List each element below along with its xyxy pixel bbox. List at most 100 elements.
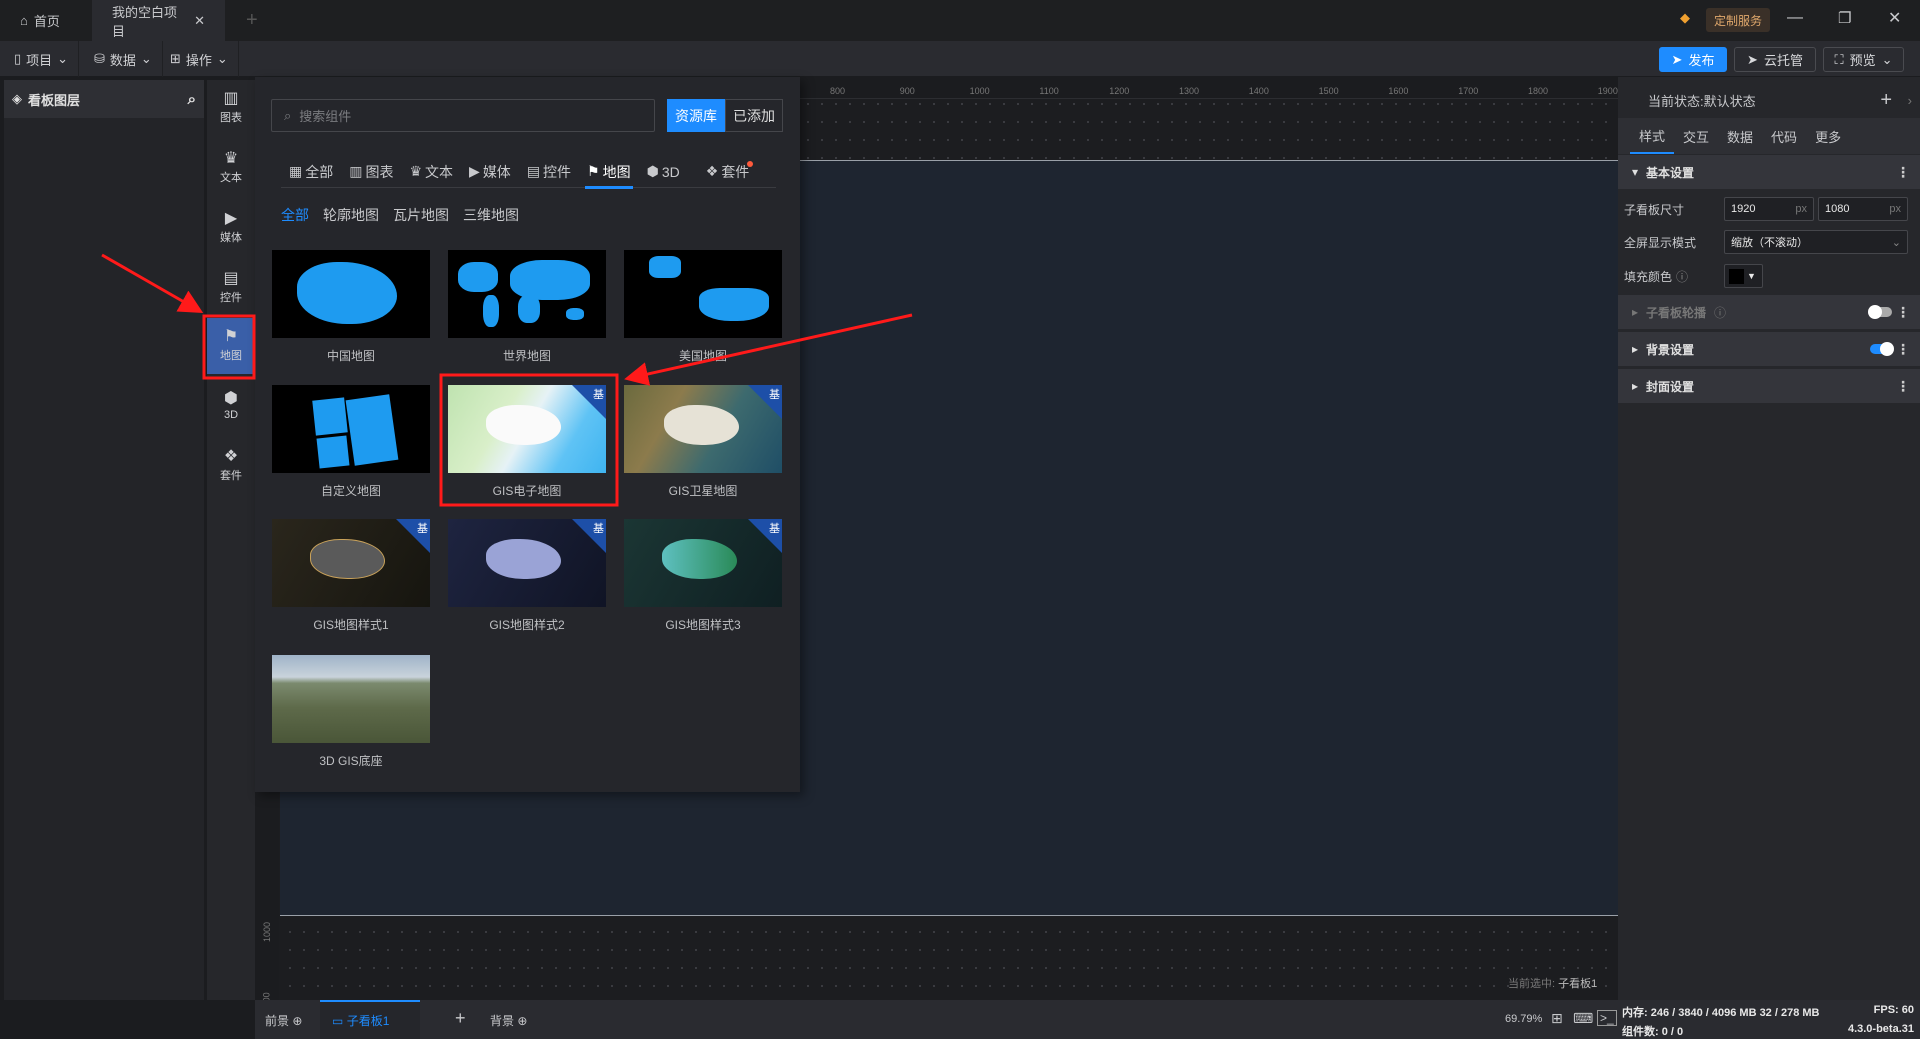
sidebar-item-kit[interactable]: ❖ 套件 [207,438,255,494]
fullscreen-select[interactable]: 缩放（不滚动） ⌄ [1724,230,1908,254]
subtab-all[interactable]: 全部 [281,205,309,225]
map-card-gis-style1[interactable]: 基 GIS地图样式1 [272,519,430,633]
ruler-label: 1400 [1248,86,1269,96]
section-title: 封面设置 [1646,379,1695,394]
background-tab[interactable]: 背景 ⊕ [490,1012,527,1029]
keyboard-icon[interactable]: ⌨ [1573,1010,1593,1027]
more-icon[interactable]: ⋮ [1896,304,1910,321]
status-panel: 内存: 246 / 3840 / 4096 MB 32 / 278 MB FPS… [1618,1000,1920,1039]
section-cover[interactable]: ▸ 封面设置 ⋮ [1618,369,1920,404]
foreground-tab[interactable]: 前景 ⊕ [265,1012,302,1029]
base-badge: 基 [748,519,782,553]
tab-data[interactable]: 数据 [1718,127,1762,146]
map-card-gis-style3[interactable]: 基 GIS地图样式3 [624,519,782,633]
add-state-icon[interactable]: + [1880,89,1892,112]
height-input[interactable]: 1080 px [1818,197,1908,221]
tab-media[interactable]: ▶ 媒体 [461,155,519,188]
search-input[interactable]: ⌕ 搜索组件 [271,99,655,132]
sidebar-item-text[interactable]: ♛ 文本 [207,140,255,196]
search-icon[interactable]: ⌕ [188,91,196,108]
section-basic-settings[interactable]: ▾ 基本设置 ⋮ [1618,155,1920,190]
tab-3d[interactable]: ⬢ 3D [639,155,688,188]
map-card-custom[interactable]: 自定义地图 [272,385,430,499]
tab-style[interactable]: 样式 [1630,118,1675,154]
bar-chart-icon: ▥ [349,163,363,179]
tab-map[interactable]: ⚑ 地图 [579,155,639,189]
map-card-usa[interactable]: 美国地图 [624,250,782,364]
tab-all[interactable]: ▦ 全部 [281,155,341,188]
restore-icon[interactable]: ❐ [1838,9,1851,27]
board-tab-active[interactable]: ▭ 子看板1 [320,1000,420,1039]
add-circle-icon[interactable]: ⊕ [517,1014,527,1028]
sidebar-item-media[interactable]: ▶ 媒体 [207,200,255,256]
menu-operate[interactable]: ⊞ 操作 ⌄ [160,41,239,77]
map-card-china[interactable]: 中国地图 [272,250,430,364]
select-value: 缩放（不滚动） [1731,237,1808,249]
sidebar-item-map[interactable]: ⚑ 地图 [207,318,255,374]
tab-code[interactable]: 代码 [1762,127,1806,146]
unit-label: px [1889,203,1901,215]
sidebar-item-control[interactable]: ▤ 控件 [207,260,255,316]
menu-project[interactable]: ▯ 项目 ⌄ [4,41,80,77]
map-card-gis-satellite[interactable]: 基 GIS卫星地图 [624,385,782,499]
cube-icon: ⬢ [224,390,238,407]
ruler-label: 1700 [1458,86,1479,96]
tab-project[interactable]: 我的空白项目 ✕ [92,0,225,41]
cloud-host-button[interactable]: ➤ 云托管 [1734,47,1816,72]
sidebar-item-3d[interactable]: ⬢ 3D [207,378,255,434]
section-title: 背景设置 [1646,342,1695,357]
width-input[interactable]: 1920 px [1724,197,1814,221]
subtab-3d-map[interactable]: 三维地图 [463,205,519,225]
more-icon[interactable]: ⋮ [1896,164,1910,181]
media-icon: ▶ [469,163,480,179]
chevron-right-icon[interactable]: › [1908,93,1912,108]
help-icon[interactable]: ⓘ [1676,268,1688,285]
field-label: 全屏显示模式 [1624,235,1697,250]
terminal-icon[interactable]: >_ [1597,1010,1617,1026]
add-circle-icon[interactable]: ⊕ [292,1014,302,1028]
minimize-icon[interactable]: — [1787,9,1803,27]
help-icon[interactable]: ⓘ [1714,304,1726,321]
fill-color-picker[interactable]: ▼ [1724,264,1763,288]
ruler-label: 1000 [969,86,990,96]
tab-chart[interactable]: ▥ 图表 [341,155,401,188]
map-card-gis-electronic[interactable]: 基 GIS电子地图 [448,385,606,499]
component-library-panel: ⌕ 搜索组件 资源库 已添加 ▦ 全部 ▥ 图表 ♛ 文本 ▶ 媒体 ▤ 控件 ⚑ 地图 ⬢ 3… [255,77,800,792]
close-icon[interactable]: ✕ [194,13,205,29]
fit-screen-icon[interactable]: ⊞ [1551,1010,1563,1027]
tab-interaction[interactable]: 交互 [1674,127,1718,146]
carousel-toggle[interactable] [1868,305,1892,319]
publish-button[interactable]: ➤ 发布 [1659,47,1727,72]
fps-status: FPS: 60 [1873,1004,1914,1016]
preview-button[interactable]: ⛶ 预览 ⌄ [1823,47,1904,72]
background-toggle[interactable] [1870,342,1894,356]
map-card-3d-gis-base[interactable]: 3D GIS底座 [272,655,430,769]
subtab-outline-map[interactable]: 轮廓地图 [323,205,379,225]
card-label: 自定义地图 [320,484,381,498]
close-window-icon[interactable]: ✕ [1888,8,1901,28]
subtab-tile-map[interactable]: 瓦片地图 [393,205,449,225]
current-state: 当前状态: 默认状态 + › [1618,85,1920,115]
tab-more[interactable]: 更多 [1806,127,1850,146]
map-icon: ⚑ [223,328,239,345]
card-label: GIS地图样式3 [665,618,741,632]
menu-data[interactable]: ⛁ 数据 ⌄ [84,41,163,77]
tab-home[interactable]: ⌂ 首页 [0,0,92,41]
section-carousel[interactable]: ▸ 子看板轮播 ⓘ ⋮ [1618,295,1920,330]
custom-service-button[interactable]: 定制服务 [1706,8,1771,32]
map-card-gis-style2[interactable]: 基 GIS地图样式2 [448,519,606,633]
tab-kit[interactable]: ❖ 套件 [698,155,758,188]
more-icon[interactable]: ⋮ [1896,378,1910,395]
add-board-icon[interactable]: + [455,1008,466,1029]
map-card-world[interactable]: 世界地图 [448,250,606,364]
zoom-level[interactable]: 69.79% [1505,1013,1542,1025]
library-button[interactable]: 资源库 [667,99,725,132]
tab-control[interactable]: ▤ 控件 [519,155,579,188]
new-tab-plus-icon[interactable]: + [246,9,258,32]
kit-icon: ❖ [223,448,239,465]
section-background[interactable]: ▸ 背景设置 ⋮ [1618,332,1920,367]
added-button[interactable]: 已添加 [725,99,783,132]
tab-text[interactable]: ♛ 文本 [401,155,461,188]
more-icon[interactable]: ⋮ [1896,341,1910,358]
sidebar-item-chart[interactable]: ▥ 图表 [207,80,255,136]
